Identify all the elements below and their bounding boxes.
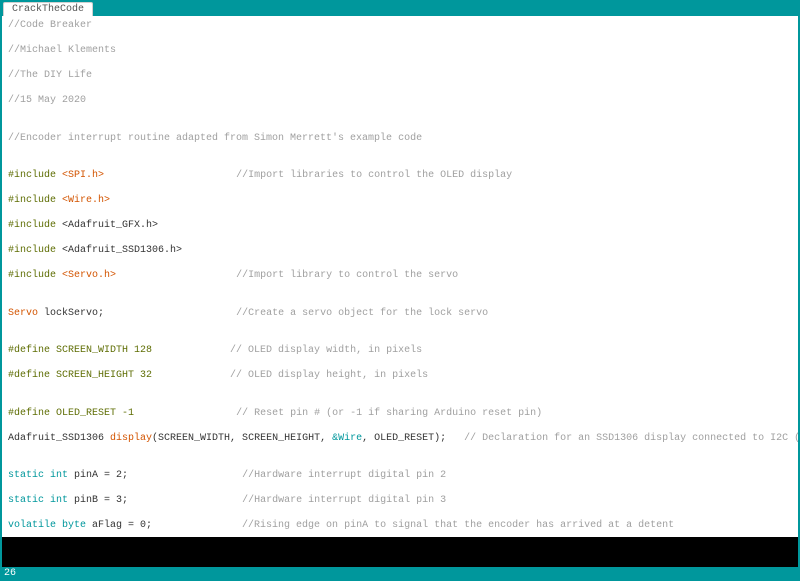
code-line: #include <SPI.h> //Import libraries to c… <box>8 170 792 183</box>
code-line: #define SCREEN_HEIGHT 32 // OLED display… <box>8 370 792 383</box>
console-panel <box>2 537 798 567</box>
status-bar: 26 <box>0 567 800 581</box>
code-line: //Code Breaker <box>8 20 792 33</box>
code-line: #include <Wire.h> <box>8 195 792 208</box>
code-line: static int pinB = 3; //Hardware interrup… <box>8 495 792 508</box>
code-line: #include <Servo.h> //Import library to c… <box>8 270 792 283</box>
tab-bar: CrackTheCode <box>0 0 800 16</box>
code-line: //The DIY Life <box>8 70 792 83</box>
code-line: static int pinA = 2; //Hardware interrup… <box>8 470 792 483</box>
tab-crackthecode[interactable]: CrackTheCode <box>3 2 93 16</box>
code-line: //Encoder interrupt routine adapted from… <box>8 133 792 146</box>
code-line: volatile byte aFlag = 0; //Rising edge o… <box>8 520 792 533</box>
code-line: #include <Adafruit_GFX.h> <box>8 220 792 233</box>
code-editor[interactable]: //Code Breaker //Michael Klements //The … <box>2 16 798 537</box>
app-frame: CrackTheCode //Code Breaker //Michael Kl… <box>0 0 800 581</box>
code-line: //15 May 2020 <box>8 95 792 108</box>
code-line: #define SCREEN_WIDTH 128 // OLED display… <box>8 345 792 358</box>
code-line: Adafruit_SSD1306 display(SCREEN_WIDTH, S… <box>8 433 792 446</box>
code-line: Servo lockServo; //Create a servo object… <box>8 308 792 321</box>
code-line: #define OLED_RESET -1 // Reset pin # (or… <box>8 408 792 421</box>
code-line: //Michael Klements <box>8 45 792 58</box>
code-line: #include <Adafruit_SSD1306.h> <box>8 245 792 258</box>
status-line-number: 26 <box>4 568 16 579</box>
